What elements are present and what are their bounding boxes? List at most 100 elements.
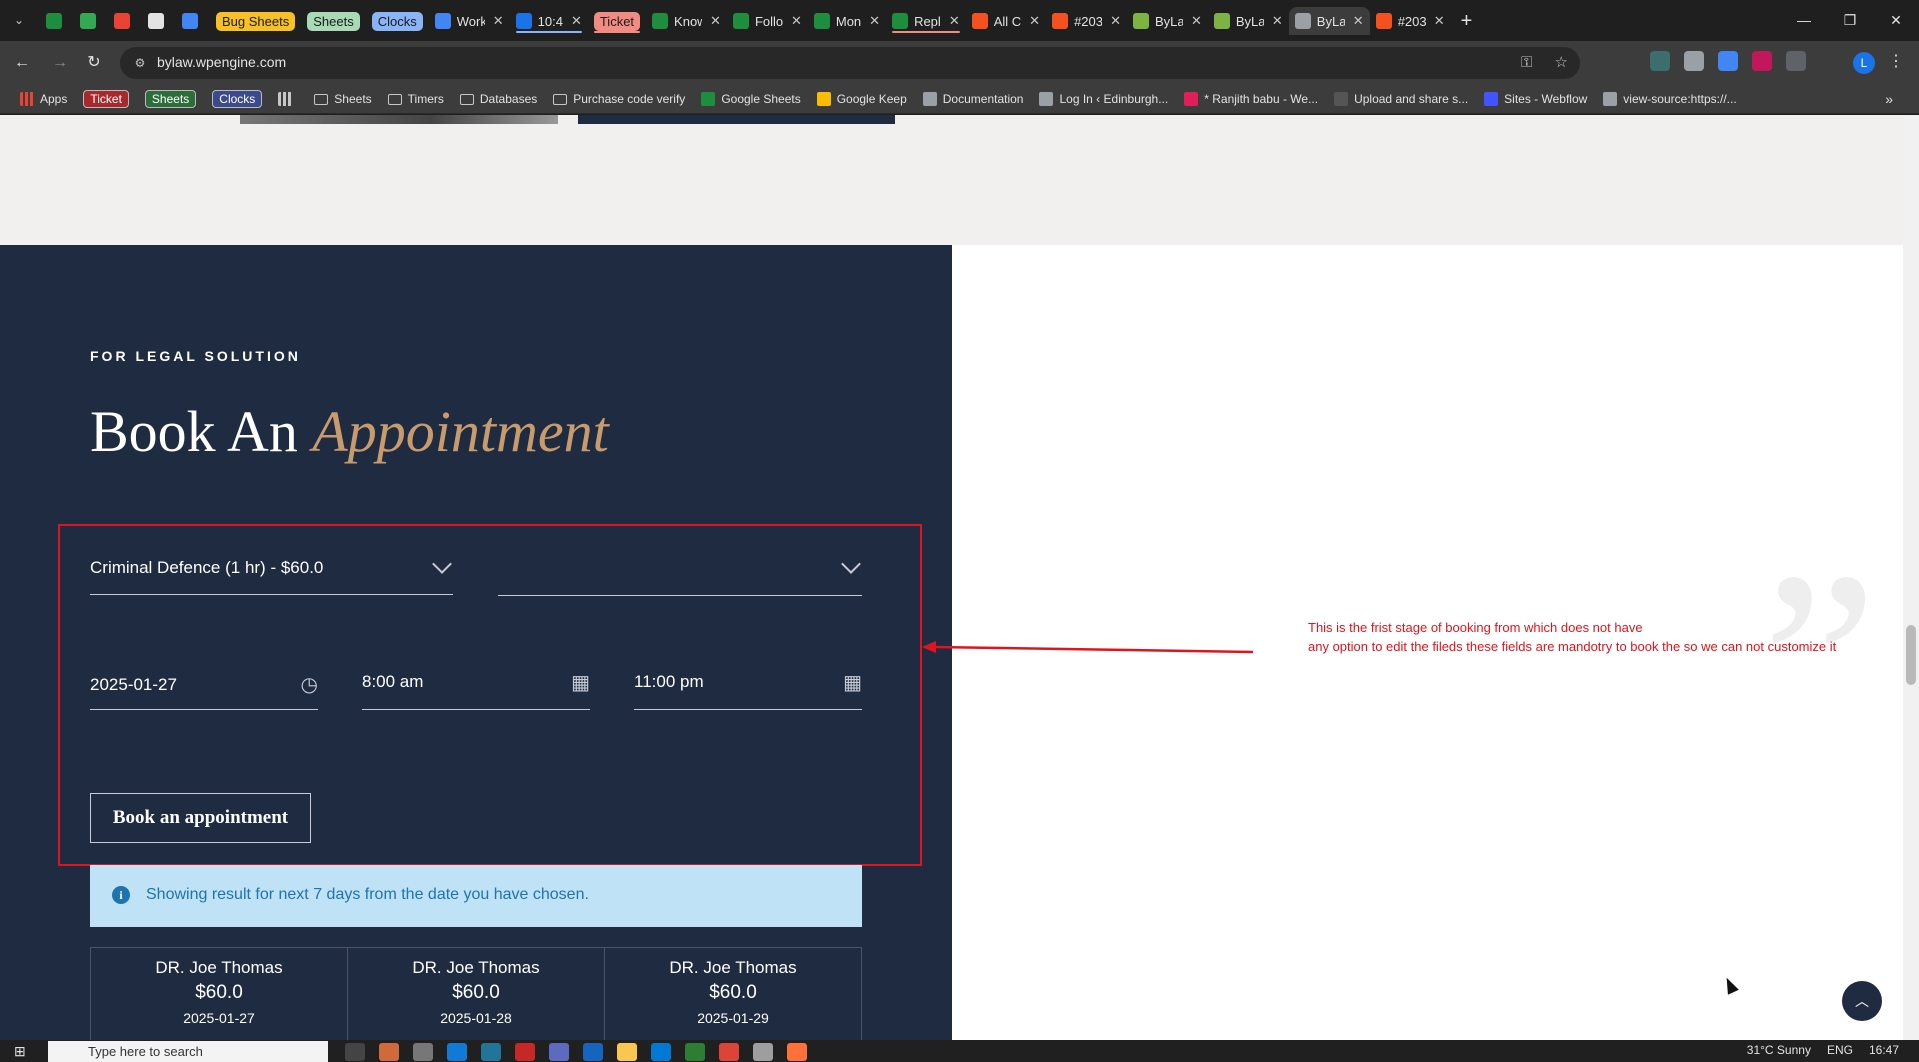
app-icon[interactable] xyxy=(413,1043,433,1061)
site-info-icon[interactable]: ⚙ xyxy=(132,55,148,71)
browser-tab[interactable] xyxy=(74,7,108,35)
bookmark-item[interactable]: Documentation xyxy=(922,92,1023,106)
chrome-icon[interactable] xyxy=(753,1043,773,1061)
camera-icon[interactable] xyxy=(1684,51,1704,71)
tab-group-label[interactable]: Ticket xyxy=(593,11,641,31)
tab-close-icon[interactable]: ✕ xyxy=(1272,13,1283,29)
browser-tab[interactable] xyxy=(176,7,210,35)
browser-tab[interactable]: Know ✕ xyxy=(646,7,727,35)
tab-close-icon[interactable]: ✕ xyxy=(493,13,504,29)
browser-tab[interactable] xyxy=(142,7,176,35)
menu-icon[interactable]: ⋮ xyxy=(1888,51,1904,71)
tab-close-icon[interactable]: ✕ xyxy=(949,13,960,29)
browser-tab[interactable]: Clocks xyxy=(366,7,429,35)
bookmark-item[interactable]: Purchase code verify xyxy=(553,92,685,106)
browser-tab[interactable]: #203 ✕ xyxy=(1370,7,1451,35)
tab-close-icon[interactable]: ✕ xyxy=(791,13,802,29)
browser-tab[interactable]: Bug Sheets xyxy=(210,7,301,35)
new-tab-button[interactable]: + xyxy=(1461,10,1473,33)
reload-icon[interactable]: ↻ xyxy=(82,51,106,75)
tab-close-icon[interactable]: ✕ xyxy=(1029,13,1040,29)
browser-tab[interactable]: Sheets xyxy=(301,7,365,35)
tab-group-label[interactable]: Clocks xyxy=(371,11,423,31)
bookmark-item[interactable]: Google Sheets xyxy=(701,92,801,106)
bookmark-item[interactable]: Sites - Webflow xyxy=(1484,92,1587,106)
tab-close-icon[interactable]: ✕ xyxy=(571,13,582,29)
tab-favicon-icon xyxy=(434,13,451,29)
bookmark-star-icon[interactable]: ☆ xyxy=(1555,54,1568,71)
tab-close-icon[interactable]: ✕ xyxy=(1191,13,1202,29)
firefox-icon[interactable] xyxy=(787,1043,807,1061)
language-indicator[interactable]: ENG xyxy=(1827,1043,1853,1057)
app-icon[interactable] xyxy=(583,1043,603,1061)
tab-close-icon[interactable]: ✕ xyxy=(1353,13,1364,29)
tab-close-icon[interactable]: ✕ xyxy=(710,13,721,29)
scrollbar-thumb[interactable] xyxy=(1906,625,1916,685)
bookmark-favicon-icon xyxy=(1603,92,1618,106)
profile-avatar[interactable]: L xyxy=(1853,52,1875,74)
weather-text[interactable]: 31°C Sunny xyxy=(1747,1043,1811,1057)
wordpress-icon[interactable] xyxy=(481,1043,501,1061)
vscode-icon[interactable] xyxy=(651,1043,671,1061)
app-icon[interactable] xyxy=(685,1043,705,1061)
bookmark-item[interactable] xyxy=(278,92,298,106)
bookmark-item[interactable]: Databases xyxy=(459,92,537,106)
tab-close-icon[interactable]: ✕ xyxy=(1434,13,1445,29)
filezilla-icon[interactable] xyxy=(515,1043,535,1061)
bookmark-item[interactable]: Clocks xyxy=(212,90,263,108)
more-bookmarks-icon[interactable]: » xyxy=(1885,91,1893,107)
browser-tab[interactable]: Repl ✕ xyxy=(886,7,966,35)
browser-tab[interactable]: ByLa ✕ xyxy=(1208,7,1289,35)
bookmark-item[interactable]: * Ranjith babu - We... xyxy=(1184,92,1318,106)
browser-tab[interactable] xyxy=(40,7,74,35)
restore-icon[interactable]: ❐ xyxy=(1827,6,1873,34)
browser-tab[interactable]: #203 ✕ xyxy=(1046,7,1127,35)
browser-tab[interactable]: All C ✕ xyxy=(966,7,1046,35)
password-key-icon[interactable]: ⚿ xyxy=(1521,54,1532,71)
browser-tab[interactable]: Ticket xyxy=(588,7,646,35)
puzzle-icon[interactable] xyxy=(1786,51,1806,71)
bookmark-item[interactable]: Google Keep xyxy=(816,92,907,106)
forward-icon[interactable]: → xyxy=(48,51,72,75)
url-text[interactable]: bylaw.wpengine.com xyxy=(157,54,286,70)
back-icon[interactable]: ← xyxy=(10,51,34,75)
address-bar[interactable]: ⚙ bylaw.wpengine.com ⚿ ☆ xyxy=(120,47,1580,79)
tab-group-label[interactable]: Bug Sheets xyxy=(216,11,296,31)
tab-search-icon[interactable]: ⌄ xyxy=(6,8,32,32)
bookmark-item[interactable]: Sheets xyxy=(314,92,372,106)
close-window-icon[interactable]: ✕ xyxy=(1873,6,1919,34)
extension-icon[interactable] xyxy=(1650,51,1670,71)
app-icon[interactable] xyxy=(379,1043,399,1061)
minimize-icon[interactable]: — xyxy=(1781,6,1827,34)
browser-tab[interactable]: ByLa ✕ xyxy=(1288,7,1370,35)
scroll-to-top-button[interactable]: ︿ xyxy=(1842,981,1882,1021)
browser-tab[interactable]: Mon ✕ xyxy=(808,7,886,35)
bookmark-item[interactable]: Upload and share s... xyxy=(1334,92,1468,106)
edge-icon[interactable] xyxy=(447,1043,467,1061)
browser-tab[interactable]: 10:4 ✕ xyxy=(510,7,588,35)
task-view-icon[interactable] xyxy=(345,1043,365,1061)
browser-tab[interactable]: Follo ✕ xyxy=(727,7,808,35)
app-icon[interactable] xyxy=(549,1043,569,1061)
bookmark-item[interactable]: Log In ‹ Edinburgh... xyxy=(1039,92,1168,106)
browser-tab[interactable]: ByLa ✕ xyxy=(1127,7,1208,35)
tab-close-icon[interactable]: ✕ xyxy=(869,13,880,29)
taskbar-search-input[interactable]: Type here to search xyxy=(48,1041,328,1062)
browser-tab[interactable] xyxy=(108,7,142,35)
clock-text[interactable]: 16:47 xyxy=(1869,1043,1899,1057)
bookmark-item[interactable]: Apps xyxy=(20,92,67,106)
page-scrollbar[interactable] xyxy=(1903,115,1919,1040)
bookmark-item[interactable]: Sheets xyxy=(144,90,197,108)
file-explorer-icon[interactable] xyxy=(617,1043,637,1061)
windows-start-icon[interactable]: ⊞ xyxy=(14,1043,30,1059)
bookmark-item[interactable]: Timers xyxy=(387,92,444,106)
bookmark-item[interactable]: view-source:https://... xyxy=(1603,92,1737,106)
tab-close-icon[interactable]: ✕ xyxy=(1110,13,1121,29)
record-icon[interactable] xyxy=(1752,51,1772,71)
translate-icon[interactable] xyxy=(1718,51,1738,71)
browser-tab[interactable]: Work ✕ xyxy=(429,7,510,35)
tab-group-label[interactable]: Sheets xyxy=(307,11,360,31)
bookmark-item[interactable]: Ticket xyxy=(83,90,129,108)
bookmark-label: Sheets xyxy=(334,92,372,106)
chrome-icon[interactable] xyxy=(719,1043,739,1061)
